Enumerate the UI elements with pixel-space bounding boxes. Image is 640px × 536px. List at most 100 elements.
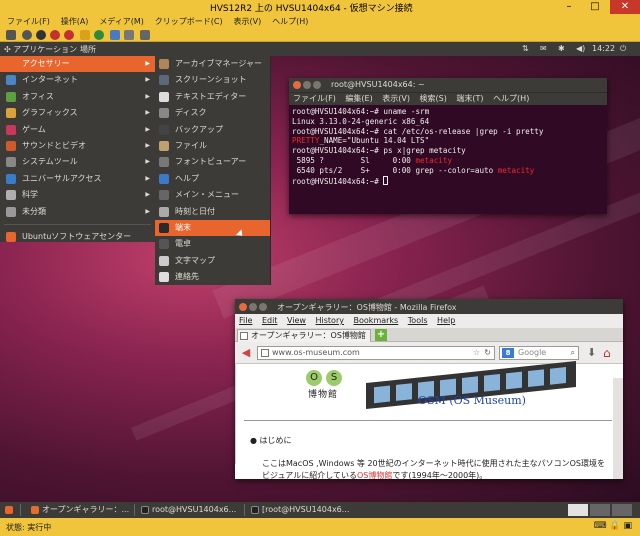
places-menu[interactable]: 場所 (80, 44, 96, 55)
page-scrollbar[interactable] (613, 378, 623, 479)
hyperv-menu-help[interactable]: ヘルプ(H) (268, 14, 312, 27)
hyperv-menu-action[interactable]: 操作(A) (57, 14, 93, 27)
submenu-item-8[interactable]: メイン・メニュー (155, 187, 270, 203)
taskbar-item-firefox[interactable]: オープンギャラリー：... (30, 504, 129, 516)
maximize-window-icon[interactable] (259, 303, 267, 311)
workspace-1[interactable] (568, 504, 588, 516)
reload-icon[interactable]: ↻ (484, 347, 491, 359)
submenu-item-5[interactable]: ファイル (155, 138, 270, 154)
menu-item-8[interactable]: 科学 ▶ (0, 187, 155, 203)
shutdown-icon[interactable] (50, 30, 60, 40)
web-page-content[interactable]: O S 博物館 OSM (OS Museum) ● はじめに ここはMacOS … (235, 360, 623, 479)
submenu-item-12[interactable]: 文字マップ (155, 253, 270, 269)
maximize-window-icon[interactable] (313, 81, 321, 89)
pause-icon[interactable] (80, 30, 90, 40)
revert-icon[interactable] (124, 30, 134, 40)
submenu-item-6[interactable]: フォントビューアー (155, 154, 270, 170)
maximize-button[interactable]: □ (584, 0, 606, 14)
new-tab-button[interactable]: + (375, 329, 387, 341)
terminal-menu-view[interactable]: 表示(V) (382, 94, 410, 103)
network-icon[interactable]: ⇅ (522, 44, 529, 53)
enhanced-session-icon[interactable] (140, 30, 150, 40)
power-icon[interactable] (64, 30, 74, 40)
firefox-menu-view[interactable]: View (287, 316, 306, 325)
menu-item-6[interactable]: システムツール ▶ (0, 154, 155, 170)
submenu-item-0[interactable]: アーカイブマネージャー (155, 56, 270, 72)
menu-item-label: サウンドとビデオ (22, 140, 86, 150)
ctrl-alt-del-icon[interactable] (6, 30, 16, 40)
keyboard-icon[interactable]: ✉ (540, 44, 547, 53)
firefox-menu-edit[interactable]: Edit (262, 316, 278, 325)
submenu-item-11[interactable]: 電卓 (155, 236, 270, 252)
submenu-item-9[interactable]: 時刻と日付 (155, 204, 270, 220)
search-icon[interactable]: ⌕ (571, 347, 575, 359)
browser-tab[interactable]: オープンギャラリー：OS博物館 (237, 329, 371, 342)
workspace-2[interactable] (590, 504, 610, 516)
terminal-menu-help[interactable]: ヘルプ(H) (493, 94, 529, 103)
taskbar-item-terminal[interactable]: root@HVSU1404x6... (140, 504, 236, 516)
turn-off-icon[interactable] (36, 30, 46, 40)
menu-item-2[interactable]: オフィス ▶ (0, 89, 155, 105)
firefox-menu-bookmarks[interactable]: Bookmarks (354, 316, 399, 325)
terminal-menu-edit[interactable]: 編集(E) (345, 94, 372, 103)
bluetooth-icon[interactable]: ✱ (558, 44, 565, 53)
menu-item-5[interactable]: サウンドとビデオ ▶ (0, 138, 155, 154)
minimize-button[interactable]: – (558, 0, 580, 14)
show-desktop-button[interactable] (2, 504, 16, 516)
volume-icon[interactable]: ◀) (576, 44, 585, 53)
app-icon (159, 140, 169, 151)
submenu-item-10[interactable]: 端末 (155, 219, 270, 237)
submenu-item-7[interactable]: ヘルプ (155, 171, 270, 187)
search-engine-icon[interactable]: 8 (502, 348, 514, 358)
hyperv-menu-clipboard[interactable]: クリップボード(C) (151, 14, 227, 27)
hyperv-menu-view[interactable]: 表示(V) (229, 14, 265, 27)
minimize-window-icon[interactable] (303, 81, 311, 89)
firefox-menu-history[interactable]: History (316, 316, 344, 325)
close-window-icon[interactable] (239, 303, 247, 311)
minimize-window-icon[interactable] (249, 303, 257, 311)
power-menu-icon[interactable]: ⏻ (620, 44, 626, 54)
terminal-output[interactable]: root@HVSU1404x64:~# uname -srm Linux 3.13… (289, 105, 607, 188)
menu-item-1[interactable]: インターネット ▶ (0, 72, 155, 88)
clock[interactable]: 14:22 (592, 44, 615, 53)
menu-item-software-center[interactable]: Ubuntuソフトウェアセンター (0, 229, 155, 245)
firefox-window[interactable]: オープンギャラリー：OS博物館 - Mozilla Firefox File E… (235, 299, 623, 479)
terminal-menu-terminal[interactable]: 端末(T) (456, 94, 483, 103)
submenu-item-4[interactable]: バックアップ (155, 122, 270, 138)
hyperv-menu-file[interactable]: ファイル(F) (3, 14, 54, 27)
close-button[interactable]: ✕ (610, 0, 640, 14)
submenu-item-3[interactable]: ディスク (155, 105, 270, 121)
back-arrow-icon[interactable]: ◀ (239, 346, 253, 360)
firefox-title-bar[interactable]: オープンギャラリー：OS博物館 - Mozilla Firefox (235, 299, 623, 314)
submenu-item-2[interactable]: テキストエディター (155, 89, 270, 105)
submenu-item-13[interactable]: 連絡先 (155, 269, 270, 285)
download-arrow-icon[interactable]: ⬇ (587, 346, 596, 359)
checkpoint-icon[interactable] (110, 30, 120, 40)
workspace-3[interactable] (612, 504, 632, 516)
home-icon[interactable]: ⌂ (603, 346, 611, 360)
site-identity-icon[interactable] (261, 349, 269, 357)
submenu-item-1[interactable]: スクリーンショット (155, 72, 270, 88)
reset-icon[interactable] (94, 30, 104, 40)
firefox-menu-file[interactable]: File (239, 316, 252, 325)
terminal-title-bar[interactable]: root@HVSU1404x64: ~ (289, 78, 607, 92)
applications-menu[interactable]: ✣ アプリケーション (4, 44, 77, 55)
hyperv-menu-media[interactable]: メディア(M) (95, 14, 148, 27)
firefox-menu-tools[interactable]: Tools (408, 316, 428, 325)
search-box[interactable]: 8 Google ⌕ (499, 346, 579, 360)
menu-item-9[interactable]: 未分類 ▶ (0, 204, 155, 220)
menu-item-0[interactable]: アクセサリー ▶ (0, 56, 155, 73)
url-bar[interactable]: www.os-museum.com ☆ ↻ (257, 346, 495, 360)
terminal-window[interactable]: root@HVSU1404x64: ~ ファイル(F) 編集(E) 表示(V) … (289, 78, 607, 214)
bookmark-star-icon[interactable]: ☆ (473, 347, 480, 359)
taskbar-item-terminal-2[interactable]: [root@HVSU1404x6... (250, 504, 349, 516)
os-museum-link[interactable]: OS博物館 (357, 471, 392, 479)
terminal-menu-file[interactable]: ファイル(F) (293, 94, 336, 103)
terminal-menu-search[interactable]: 検索(S) (420, 94, 447, 103)
menu-item-7[interactable]: ユニバーサルアクセス ▶ (0, 171, 155, 187)
menu-item-4[interactable]: ゲーム ▶ (0, 122, 155, 138)
firefox-menu-help[interactable]: Help (437, 316, 455, 325)
start-icon[interactable] (22, 30, 32, 40)
close-window-icon[interactable] (293, 81, 301, 89)
menu-item-3[interactable]: グラフィックス ▶ (0, 105, 155, 121)
